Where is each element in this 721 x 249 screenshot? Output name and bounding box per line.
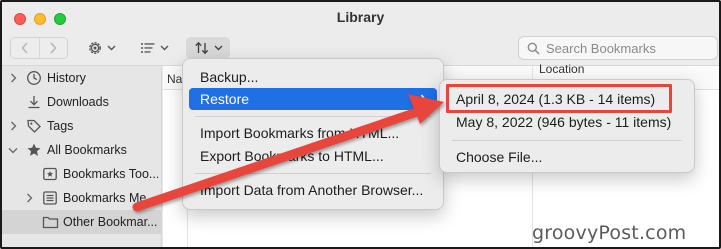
library-window: Library Search Bookmarks History Downloa… — [0, 0, 721, 249]
watermark-text: groovyPost.com — [532, 222, 687, 244]
annotation-arrow — [132, 94, 444, 212]
